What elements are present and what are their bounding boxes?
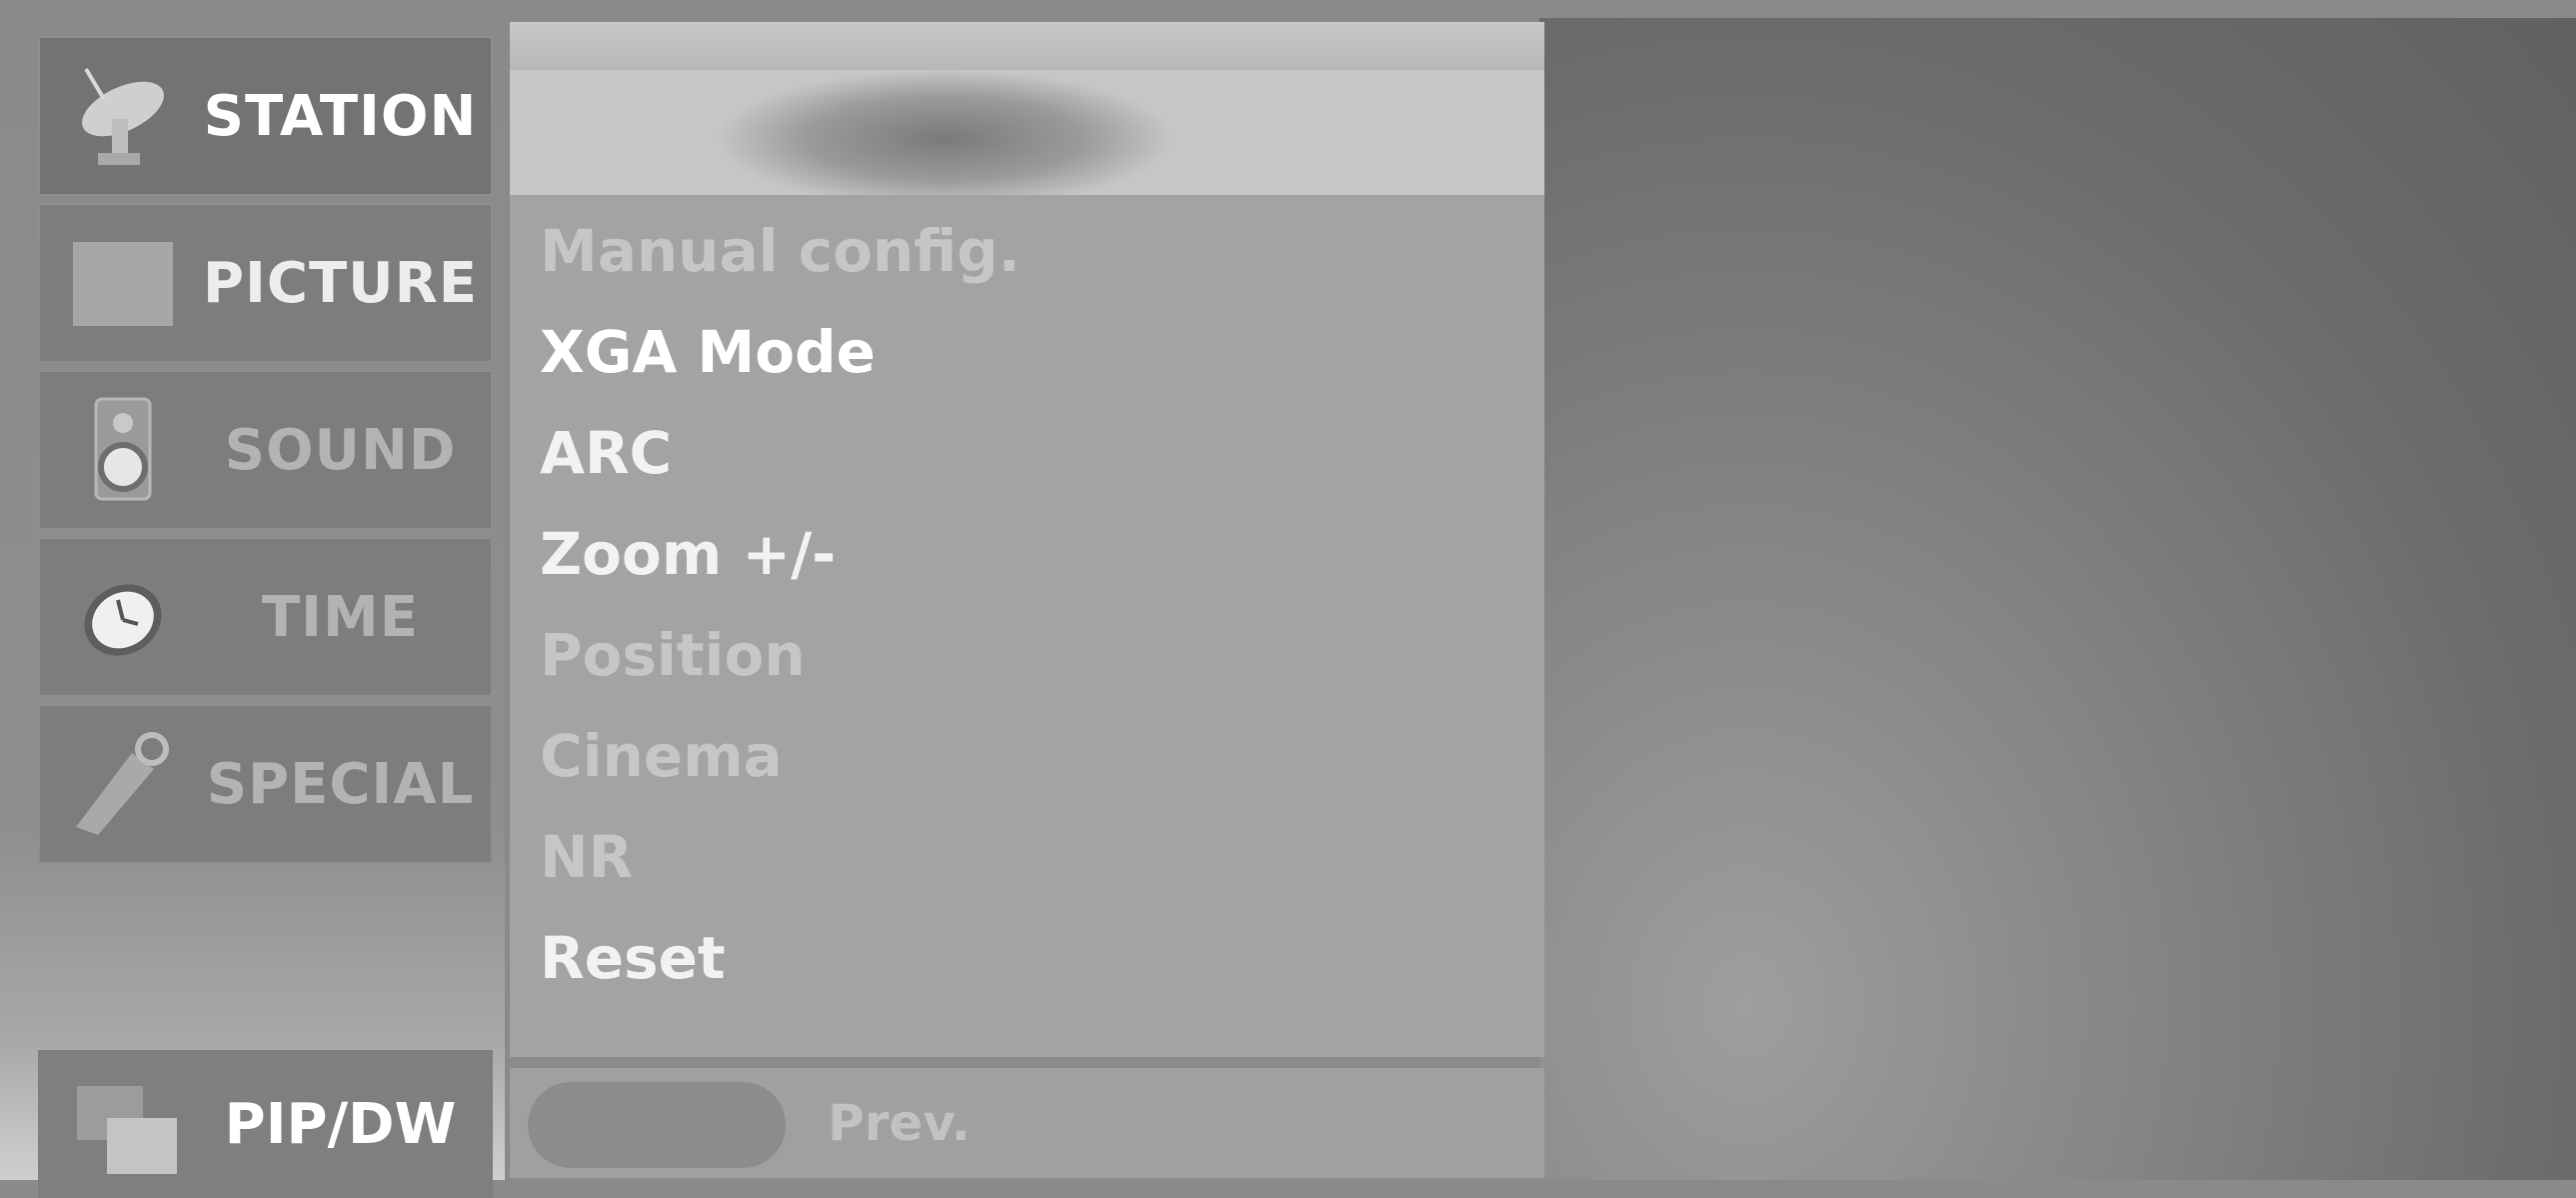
main-menu-list: STATION PICTURE SOUND TIME SPECIAL [38, 36, 493, 871]
submenu-item-arc[interactable]: ARC [540, 402, 1021, 503]
menu-item-label: PIP/DW [224, 1091, 457, 1157]
menu-item-special[interactable]: SPECIAL [38, 704, 493, 864]
menu-item-label: STATION [203, 83, 478, 149]
overlapping-windows-icon [73, 1080, 183, 1180]
submenu-header-bar [510, 70, 1544, 195]
submenu-footer: Prev. [510, 1068, 1544, 1178]
clock-icon [68, 562, 178, 672]
menu-item-pip-dw[interactable]: PIP/DW [38, 1050, 493, 1198]
submenu-item-reset[interactable]: Reset [540, 907, 1021, 1008]
main-menu-panel: STATION PICTURE SOUND TIME SPECIAL PIP/D… [0, 18, 505, 1198]
menu-item-label: PICTURE [202, 250, 479, 316]
submenu-item-cinema[interactable]: Cinema [540, 705, 1021, 806]
prev-label: Prev. [828, 1094, 971, 1152]
menu-item-time[interactable]: TIME [38, 537, 493, 697]
tag-icon [68, 729, 178, 839]
menu-item-label: TIME [261, 584, 419, 650]
satellite-dish-icon [68, 61, 178, 171]
submenu-top-edge [510, 22, 1544, 70]
menu-item-picture[interactable]: PICTURE [38, 203, 493, 363]
station-submenu: Manual config. XGA Mode ARC Zoom +/- Pos… [510, 22, 1544, 1057]
submenu-item-position[interactable]: Position [540, 604, 1021, 705]
menu-item-label: SPECIAL [206, 751, 475, 817]
submenu-list: Manual config. XGA Mode ARC Zoom +/- Pos… [540, 200, 1021, 1008]
tv-screen-background [1539, 18, 2576, 1180]
picture-square-icon [68, 228, 178, 338]
speaker-icon [68, 395, 178, 505]
menu-item-station[interactable]: STATION [38, 36, 493, 196]
submenu-item-nr[interactable]: NR [540, 806, 1021, 907]
submenu-item-manual-config[interactable]: Manual config. [540, 200, 1021, 301]
menu-item-label: SOUND [224, 417, 457, 483]
menu-item-sound[interactable]: SOUND [38, 370, 493, 530]
submenu-item-xga-mode[interactable]: XGA Mode [540, 301, 1021, 402]
submenu-item-zoom[interactable]: Zoom +/- [540, 503, 1021, 604]
prev-button[interactable] [528, 1082, 786, 1168]
